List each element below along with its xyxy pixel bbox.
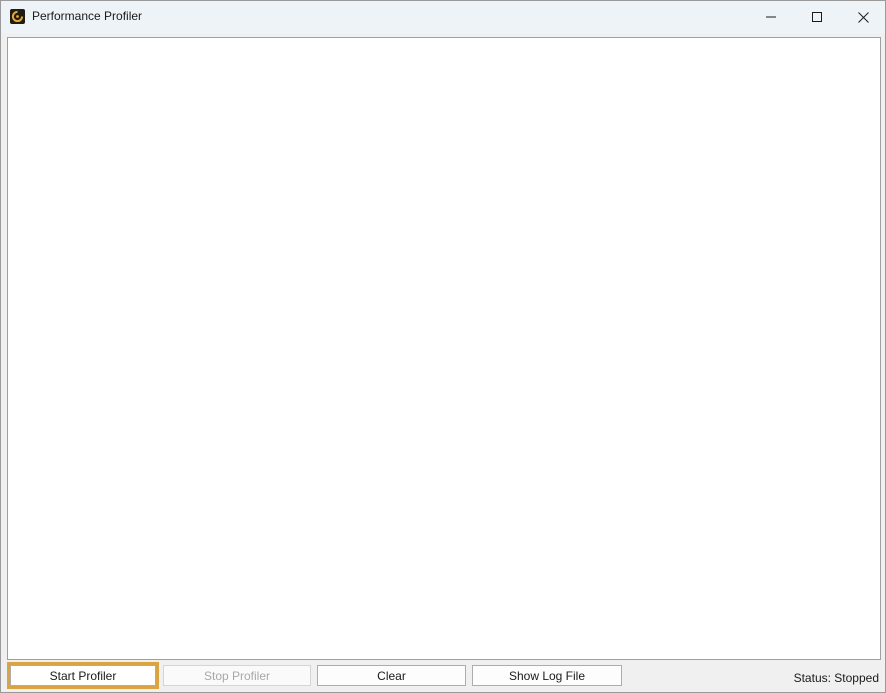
clear-button[interactable]: Clear — [317, 665, 466, 686]
close-button[interactable] — [840, 1, 886, 33]
maximize-icon — [812, 12, 822, 22]
profiler-app-icon — [10, 9, 25, 24]
close-icon — [857, 11, 869, 23]
minimize-button[interactable] — [748, 1, 794, 33]
profiler-window: Performance Profiler Start Profiler Stop… — [0, 0, 886, 693]
maximize-button[interactable] — [794, 1, 840, 33]
stop-profiler-button: Stop Profiler — [163, 665, 311, 686]
show-log-file-button[interactable]: Show Log File — [472, 665, 622, 686]
start-profiler-button[interactable]: Start Profiler — [7, 662, 159, 689]
minimize-icon — [766, 16, 776, 18]
window-title: Performance Profiler — [32, 9, 143, 23]
status-label: Status: Stopped — [793, 671, 879, 685]
profiler-output-panel[interactable] — [7, 37, 881, 660]
title-bar[interactable]: Performance Profiler — [1, 1, 885, 33]
